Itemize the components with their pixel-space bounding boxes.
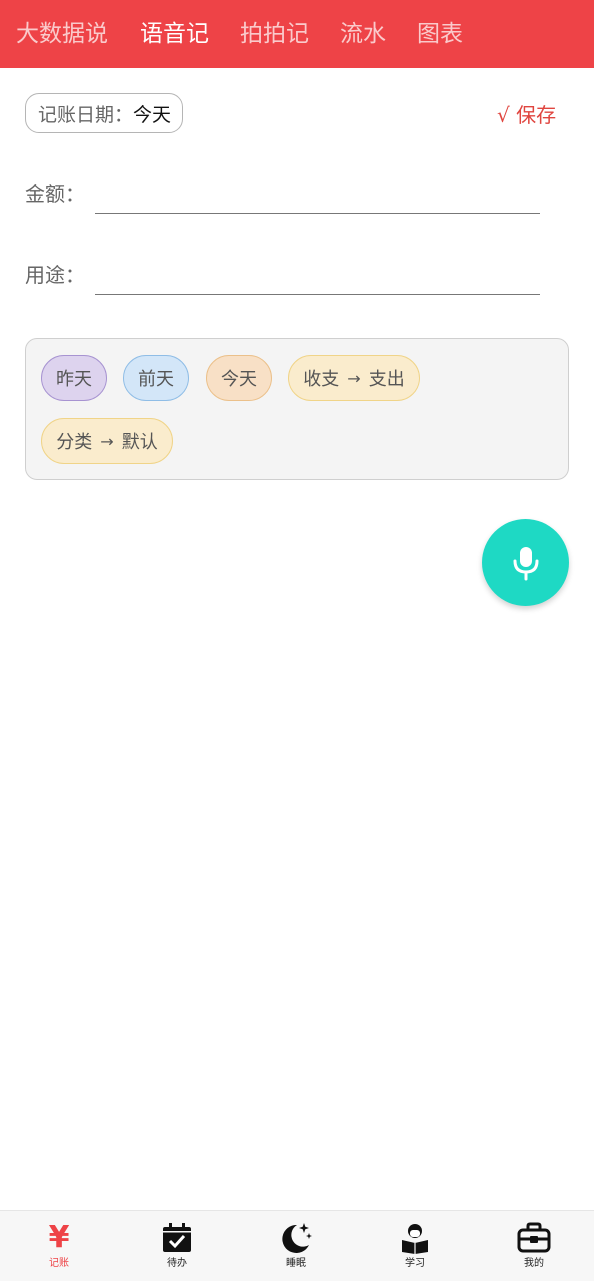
toolbox-icon bbox=[517, 1221, 551, 1255]
nav-label: 我的 bbox=[524, 1258, 544, 1269]
tab-charts[interactable]: 图表 bbox=[417, 20, 463, 48]
date-label: 记账日期： bbox=[38, 103, 134, 126]
nav-label: 学习 bbox=[405, 1258, 425, 1269]
nav-label: 记账 bbox=[49, 1258, 69, 1269]
calendar-check-icon bbox=[160, 1221, 194, 1255]
nav-item-mine[interactable]: 我的 bbox=[475, 1211, 593, 1281]
purpose-input[interactable] bbox=[95, 266, 540, 295]
chip-today[interactable]: 今天 bbox=[206, 355, 272, 401]
chip-category-value: 默认 bbox=[121, 432, 158, 453]
bottom-navigation: ¥ 记账 待办 睡眠 学习 我的 bbox=[0, 1210, 594, 1281]
tab-big-data[interactable]: 大数据说 bbox=[16, 20, 108, 48]
chip-type-value: 支出 bbox=[368, 369, 405, 390]
arrow-right-icon: → bbox=[100, 431, 114, 451]
quick-chip-panel: 昨天 前天 今天 收支 → 支出 分类 → 默认 bbox=[25, 338, 569, 480]
chip-category[interactable]: 分类 → 默认 bbox=[41, 418, 173, 464]
save-button[interactable]: √ 保存 bbox=[497, 102, 556, 128]
date-selector[interactable]: 记账日期： 今天 bbox=[25, 93, 183, 133]
nav-item-sleep[interactable]: 睡眠 bbox=[237, 1211, 355, 1281]
arrow-right-icon: → bbox=[347, 368, 361, 388]
nav-label: 睡眠 bbox=[286, 1258, 306, 1269]
tab-transactions[interactable]: 流水 bbox=[340, 20, 386, 48]
chip-yesterday-label: 昨天 bbox=[56, 369, 92, 390]
chip-yesterday[interactable]: 昨天 bbox=[41, 355, 107, 401]
date-value: 今天 bbox=[133, 103, 172, 126]
purpose-label: 用途： bbox=[25, 263, 85, 287]
chip-category-key: 分类 bbox=[56, 432, 93, 453]
amount-input[interactable] bbox=[95, 185, 540, 214]
tab-photo-record[interactable]: 拍拍记 bbox=[240, 20, 309, 48]
nav-label: 待办 bbox=[167, 1258, 187, 1269]
chip-day-before[interactable]: 前天 bbox=[123, 355, 189, 401]
nav-item-study[interactable]: 学习 bbox=[356, 1211, 474, 1281]
chip-type-key: 收支 bbox=[303, 369, 340, 390]
nav-item-todo[interactable]: 待办 bbox=[118, 1211, 236, 1281]
tab-voice-record[interactable]: 语音记 bbox=[140, 20, 209, 48]
top-tab-bar: 大数据说 语音记 拍拍记 流水 图表 bbox=[0, 0, 594, 68]
amount-label: 金额： bbox=[25, 182, 85, 206]
moon-stars-icon bbox=[279, 1221, 313, 1255]
microphone-icon bbox=[513, 546, 538, 580]
yen-icon: ¥ bbox=[48, 1220, 70, 1255]
nav-item-bookkeeping[interactable]: ¥ 记账 bbox=[0, 1211, 118, 1281]
student-reading-icon bbox=[398, 1221, 432, 1255]
voice-input-button[interactable] bbox=[482, 519, 569, 606]
chip-today-label: 今天 bbox=[221, 369, 257, 390]
chip-income-expense[interactable]: 收支 → 支出 bbox=[288, 355, 420, 401]
chip-day-before-label: 前天 bbox=[138, 369, 174, 390]
